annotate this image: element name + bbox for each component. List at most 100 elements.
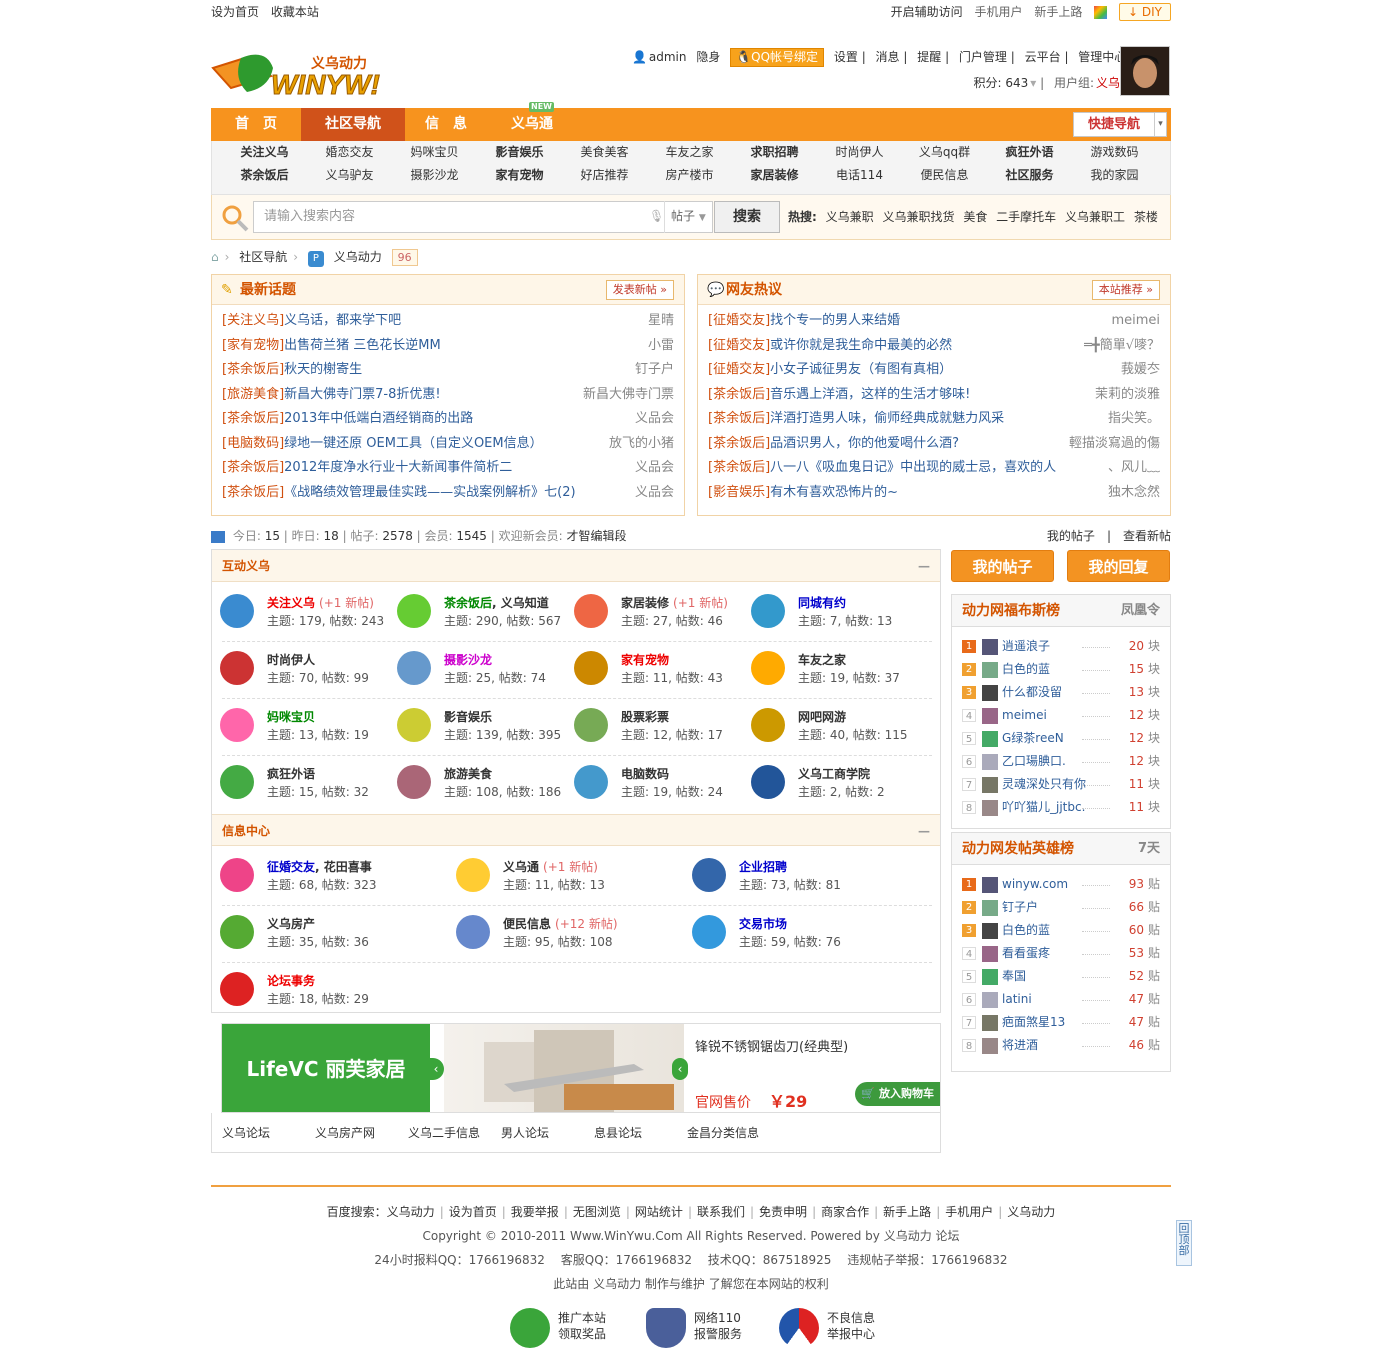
- breadcrumb-nav[interactable]: 社区导航: [239, 250, 287, 264]
- subforum-link[interactable]: , 义乌知道: [492, 596, 549, 610]
- topic-row[interactable]: [关注义乌]义乌话，都来学下吧 星晴: [222, 309, 674, 334]
- forum-cell[interactable]: 车友之家 主题: 19, 帖数: 37: [743, 641, 920, 697]
- topic-title[interactable]: 《战略绩效管理最佳实践——实战案例解析》七(2): [284, 485, 575, 500]
- forum-name[interactable]: 家有宠物: [621, 653, 669, 667]
- forum-cell[interactable]: 电脑数码 主题: 19, 帖数: 24: [566, 755, 743, 811]
- user-avatar-icon[interactable]: [982, 776, 998, 793]
- forum-name[interactable]: 车友之家: [798, 653, 846, 667]
- friend-link[interactable]: 义乌房产网: [315, 1113, 408, 1153]
- forum-cell[interactable]: 疯狂外语 主题: 15, 帖数: 32: [212, 755, 389, 811]
- user-link-notices[interactable]: 提醒: [917, 50, 941, 64]
- topic-author[interactable]: 独木念然: [1101, 480, 1160, 505]
- topic-row[interactable]: [茶余饭后]洋酒打造男人味，偷师经典成就魅力风采 指尖笑。: [708, 407, 1160, 432]
- topic-category[interactable]: [影音娱乐]: [708, 485, 770, 500]
- rank-row[interactable]: 7 灵魂深处只有你 11 块: [952, 773, 1170, 796]
- user-link-portal[interactable]: 门户管理: [959, 50, 1007, 64]
- footer-link[interactable]: 联系我们: [697, 1205, 745, 1219]
- user-avatar-icon[interactable]: [982, 899, 998, 916]
- forum-cell[interactable]: 论坛事务 主题: 18, 帖数: 29: [212, 962, 448, 1018]
- rank-user[interactable]: 看看蛋疼: [1002, 946, 1050, 960]
- topic-category[interactable]: [征婚交友]: [708, 313, 770, 328]
- search-button[interactable]: 搜索: [714, 201, 780, 233]
- ad-banner[interactable]: LifeVC 丽芙家居 ‹ ‹ 锋锐不锈钢锯齿刀(经典型) 官网售价 ￥29 🛒 放…: [221, 1023, 941, 1113]
- forum-cell[interactable]: 妈咪宝贝 主题: 13, 帖数: 19: [212, 698, 389, 754]
- friend-link[interactable]: 男人论坛: [501, 1113, 594, 1153]
- topic-row[interactable]: [影音娱乐]有木有喜欢恐怖片的~ 独木念然: [708, 480, 1160, 505]
- qq-bind-button[interactable]: 🐧QQ帐号绑定: [730, 48, 825, 67]
- forum-cell[interactable]: 家居装修 (+1 新帖) 主题: 27, 帖数: 46: [566, 584, 743, 640]
- breadcrumb-site[interactable]: 义乌动力: [334, 250, 382, 264]
- topic-category[interactable]: [茶余饭后]: [222, 411, 284, 426]
- rank-row[interactable]: 2 钉子户 66 贴: [952, 896, 1170, 919]
- topic-author[interactable]: ═╋簡單√嘜？: [1078, 333, 1160, 358]
- rank-user[interactable]: 白色的蓝: [1002, 662, 1050, 676]
- subnav-item[interactable]: 车友之家: [647, 141, 732, 164]
- subnav-item[interactable]: 电话114: [817, 164, 902, 187]
- rank-user[interactable]: winyw.com: [1002, 877, 1068, 891]
- footer-link[interactable]: 新手上路: [883, 1205, 931, 1219]
- forum-name[interactable]: 家居装修: [621, 596, 669, 610]
- user-avatar-icon[interactable]: [982, 638, 998, 655]
- set-home-link[interactable]: 设为首页: [211, 5, 259, 19]
- forum-name[interactable]: 征婚交友: [267, 860, 315, 874]
- forum-name[interactable]: 企业招聘: [739, 860, 787, 874]
- subnav-item[interactable]: 妈咪宝贝: [392, 141, 477, 164]
- topic-category[interactable]: [茶余饭后]: [708, 460, 770, 475]
- friend-link[interactable]: 义乌论坛: [222, 1113, 315, 1153]
- topic-category[interactable]: [茶余饭后]: [708, 411, 770, 426]
- topic-row[interactable]: [茶余饭后]品酒识男人，你的他爱喝什么酒? 輕描淡寫過的傷: [708, 431, 1160, 456]
- user-link-messages[interactable]: 消息: [876, 50, 900, 64]
- forum-cell[interactable]: 影音娱乐 主题: 139, 帖数: 395: [389, 698, 566, 754]
- user-avatar-icon[interactable]: [982, 945, 998, 962]
- forum-cell[interactable]: 同城有约 主题: 7, 帖数: 13: [743, 584, 920, 640]
- newbie-link[interactable]: 新手上路: [1034, 5, 1082, 19]
- mobile-link[interactable]: 手机用户: [975, 5, 1023, 19]
- subnav-item[interactable]: 美食美客: [562, 141, 647, 164]
- subnav-item[interactable]: 茶余饭后: [222, 164, 307, 187]
- topic-row[interactable]: [茶余饭后]八一八《吸血鬼日记》中出现的威士忌，喜欢的人 、风儿﹏: [708, 456, 1160, 481]
- subnav-item[interactable]: 家有宠物: [477, 164, 562, 187]
- topic-row[interactable]: [茶余饭后]《战略绩效管理最佳实践——实战案例解析》七(2) 义品会: [222, 480, 674, 505]
- newest-member-link[interactable]: 才智编辑段: [566, 529, 626, 543]
- forum-name[interactable]: 交易市场: [739, 917, 787, 931]
- forum-cell[interactable]: 义乌房产 主题: 35, 帖数: 36: [212, 905, 448, 961]
- home-icon[interactable]: ⌂: [211, 250, 219, 264]
- user-avatar-icon[interactable]: [982, 1014, 998, 1031]
- topic-title[interactable]: 出售荷兰猪 三色花长逆MM: [284, 338, 441, 353]
- hot-item[interactable]: 义乌兼职: [826, 210, 874, 224]
- topic-title[interactable]: 找个专一的男人来结婚: [770, 313, 900, 328]
- user-avatar-icon[interactable]: [982, 707, 998, 724]
- forum-cell[interactable]: 征婚交友, 花田喜事 主题: 68, 帖数: 323: [212, 848, 448, 904]
- topic-author[interactable]: 、风儿﹏: [1101, 456, 1160, 481]
- subnav-item[interactable]: 影音娱乐: [477, 141, 562, 164]
- topic-title[interactable]: 八一八《吸血鬼日记》中出现的威士忌，喜欢的人: [770, 460, 1056, 475]
- topic-author[interactable]: 星晴: [641, 309, 674, 334]
- subnav-item[interactable]: 关注义乌: [222, 141, 307, 164]
- forum-name[interactable]: 旅游美食: [444, 767, 492, 781]
- quick-nav-button[interactable]: 快捷导航 ▾: [1073, 112, 1167, 137]
- topic-category[interactable]: [征婚交友]: [708, 362, 770, 377]
- topic-row[interactable]: [茶余饭后]秋天的榭寄生 钉子户: [222, 358, 674, 383]
- topic-row[interactable]: [家有宠物]出售荷兰猪 三色花长逆MM 小雷: [222, 333, 674, 358]
- new-post-button[interactable]: 发表新帖 »: [605, 280, 674, 300]
- rank-user[interactable]: 吖吖猫儿_jjtbc.: [1002, 800, 1085, 814]
- user-link-settings[interactable]: 设置: [834, 50, 858, 64]
- rank-row[interactable]: 4 看看蛋疼 53 贴: [952, 942, 1170, 965]
- collapse-icon[interactable]: —: [918, 550, 930, 582]
- user-avatar-icon[interactable]: [982, 730, 998, 747]
- user-avatar-icon[interactable]: [982, 1037, 998, 1054]
- topic-title[interactable]: 音乐遇上洋酒，这样的生活才够味!: [770, 387, 970, 402]
- topic-row[interactable]: [茶余饭后]2012年度净水行业十大新闻事件简析二 义品会: [222, 456, 674, 481]
- subnav-item[interactable]: 好店推荐: [562, 164, 647, 187]
- subnav-item[interactable]: 家居装修: [732, 164, 817, 187]
- rank-user[interactable]: 疤面煞星13: [1002, 1015, 1065, 1029]
- topic-category[interactable]: [茶余饭后]: [708, 436, 770, 451]
- topic-title[interactable]: 品酒识男人，你的他爱喝什么酒?: [770, 436, 959, 451]
- topic-category[interactable]: [茶余饭后]: [222, 460, 284, 475]
- friend-link[interactable]: 金昌分类信息: [687, 1113, 780, 1153]
- rank-user[interactable]: latini: [1002, 992, 1032, 1006]
- chevron-down-icon[interactable]: ▾: [1030, 76, 1036, 90]
- topic-title[interactable]: 小女子诚征男友（有图有真相）: [770, 362, 952, 377]
- forum-name[interactable]: 时尚伊人: [267, 653, 315, 667]
- forum-name[interactable]: 网吧网游: [798, 710, 846, 724]
